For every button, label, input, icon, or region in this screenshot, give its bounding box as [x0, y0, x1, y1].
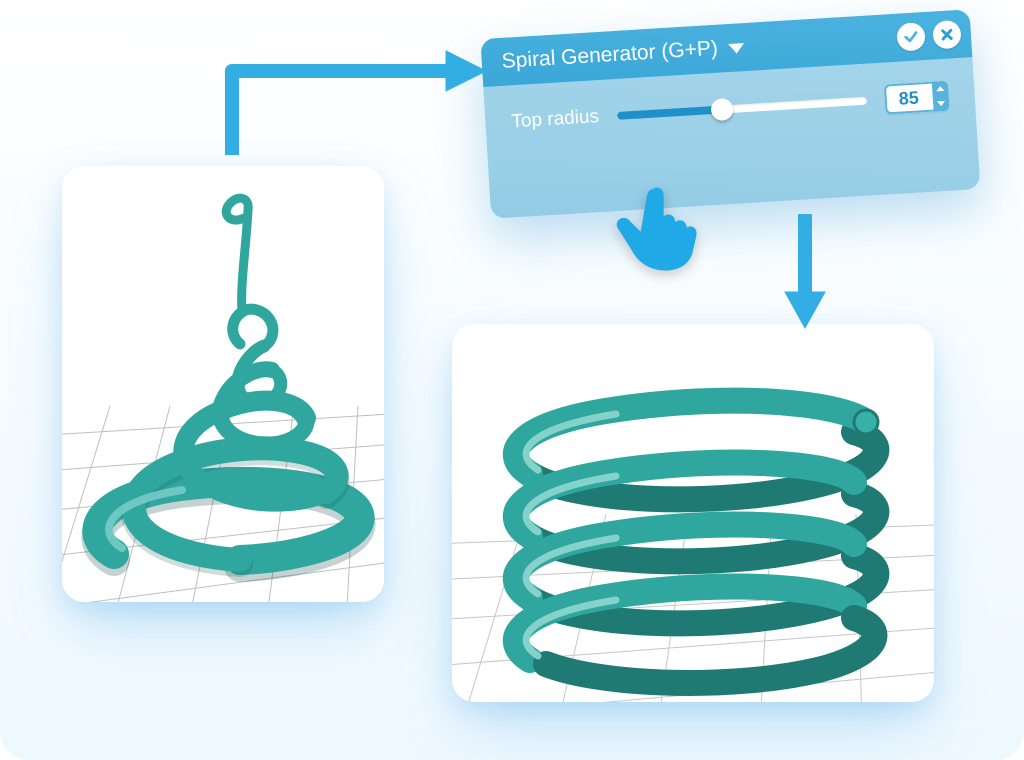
preview-before-svg: [62, 166, 384, 602]
close-button[interactable]: [932, 20, 962, 50]
step-down-button[interactable]: [933, 96, 950, 112]
preview-after-svg: [452, 324, 934, 702]
illustration-canvas: Spiral Generator (G+P) Top radius: [0, 0, 1024, 760]
flow-arrow-to-result: [775, 210, 835, 330]
top-radius-value: 85: [884, 82, 934, 115]
confirm-button[interactable]: [896, 22, 926, 52]
panel-title: Spiral Generator (G+P): [501, 37, 719, 74]
check-icon: [903, 28, 920, 45]
step-up-button[interactable]: [932, 81, 949, 97]
flow-arrow-to-panel: [212, 45, 492, 165]
top-radius-stepper[interactable]: 85: [884, 81, 950, 115]
param-label: Top radius: [511, 106, 600, 133]
top-radius-slider[interactable]: [616, 91, 867, 126]
preview-before-card: [62, 166, 384, 602]
preview-after-card: [452, 324, 934, 702]
spiral-generator-panel: Spiral Generator (G+P) Top radius: [480, 9, 981, 239]
pointer-hand-icon: [608, 178, 704, 274]
chevron-down-icon: [728, 43, 745, 54]
close-icon: [940, 27, 955, 42]
